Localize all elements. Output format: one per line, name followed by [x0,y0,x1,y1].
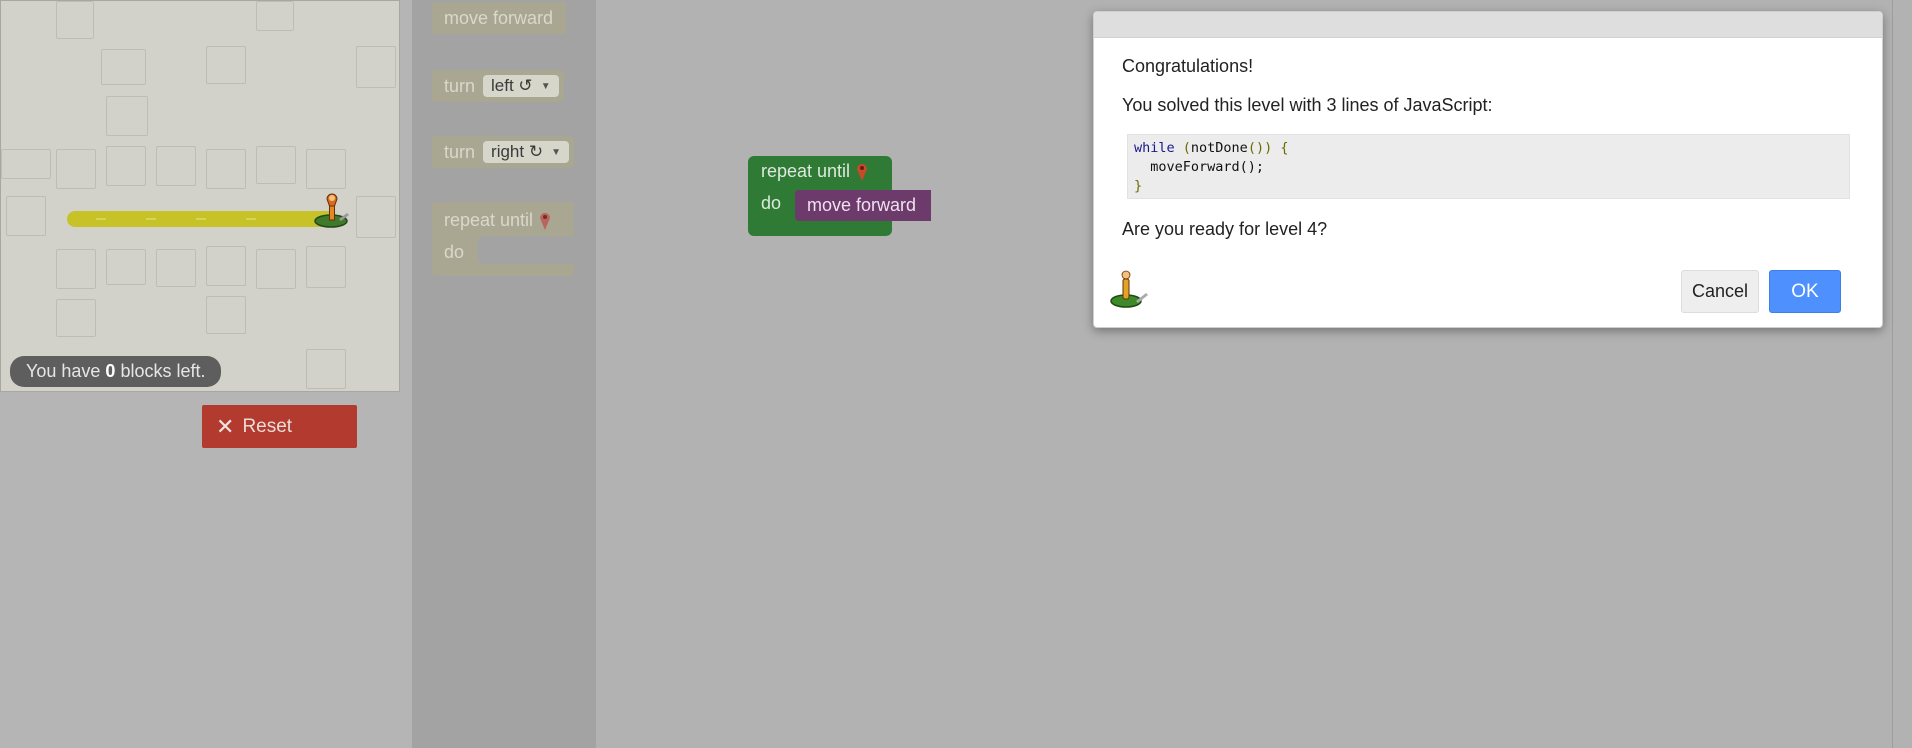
maze-wall [106,146,146,186]
path-dash [196,218,206,220]
maze-wall [206,46,246,84]
code-punctuation: ()) { [1247,140,1289,156]
turn-label: turn [444,141,476,162]
maze-wall [306,246,346,288]
path-dash [96,218,106,220]
do-label: do [444,242,465,262]
workspace-scrollbar-edge [1892,0,1893,748]
solved-message: You solved this level with 3 lines of Ja… [1122,95,1493,115]
block-toolbox [412,0,596,748]
code-call: notDone [1190,140,1248,156]
turn-label: turn [444,75,476,96]
congrats-heading: Congratulations! [1122,56,1254,76]
path-dash [246,218,256,220]
maze-wall [6,196,46,236]
toolbox-turn-left-block[interactable]: turn left ↺ ▼ [432,70,564,102]
dropdown-arrow-icon: ▼ [551,146,561,158]
blocks-left-indicator: You have 0 blocks left. [10,356,222,387]
maze-wall [206,296,246,334]
code-line: moveForward(); [1134,159,1265,175]
goal-marker-icon [540,213,551,231]
cancel-button[interactable]: Cancel [1681,270,1759,313]
blocks-left-prefix: You have [26,361,106,381]
repeat-until-label: repeat until [761,161,868,182]
reset-label: Reset [242,415,293,437]
maze-wall [156,146,196,186]
maze-wall [356,46,396,88]
close-icon: ✕ [216,413,235,439]
turn-left-dropdown[interactable]: left ↺ ▼ [483,75,559,97]
maze-wall [306,349,346,389]
maze-wall [206,246,246,286]
maze-wall [206,149,246,189]
left-pane: You have 0 blocks left. ✕ Reset [0,0,412,748]
turn-right-dropdown[interactable]: right ↻ ▼ [483,141,569,163]
maze-wall [306,149,346,189]
pegman-icon [1110,270,1148,308]
maze-wall [256,1,294,31]
code-line: while (notDone()) { [1134,139,1843,158]
code-display: while (notDone()) { moveForward(); } [1127,134,1850,199]
move-forward-label: move forward [444,7,554,28]
repeat-until-text: repeat until [761,161,851,181]
maze-wall [106,249,146,285]
pegman-at-goal-icon [314,193,349,228]
toolbox-repeat-until-block[interactable]: repeat until do [432,202,574,276]
maze-wall [256,146,296,184]
do-label: do [761,193,782,213]
maze-wall [56,249,96,289]
maze-wall [56,299,96,337]
statement-slot [478,236,574,264]
maze-wall [1,149,51,179]
turn-right-value: right ↻ [491,142,544,161]
maze-wall [56,1,94,39]
repeat-until-text: repeat until [444,210,534,230]
code-keyword: while [1134,140,1175,156]
maze-wall [156,249,196,287]
toolbox-turn-right-block[interactable]: turn right ↻ ▼ [432,136,574,168]
code-punctuation: ( [1174,140,1191,156]
turn-left-value: left ↺ [491,76,533,95]
maze-wall [106,96,148,136]
blocks-left-suffix: blocks left. [115,361,206,381]
reset-button[interactable]: ✕ Reset [202,405,357,448]
congratulations-dialog: Congratulations! You solved this level w… [1093,11,1883,328]
toolbox-move-forward-block[interactable]: move forward [432,2,566,34]
dropdown-arrow-icon: ▼ [540,80,551,92]
maze-wall [56,149,96,189]
move-forward-label: move forward [807,195,917,215]
dialog-titlebar[interactable] [1094,12,1882,38]
next-level-question: Are you ready for level 4? [1122,219,1328,239]
maze-app: You have 0 blocks left. ✕ Reset move for… [0,0,1912,748]
maze-board [0,0,400,392]
code-line: } [1134,178,1143,194]
workspace-move-forward-block[interactable]: move forward [795,190,931,221]
maze-wall [356,196,396,238]
maze-wall [256,249,296,289]
path-dash [146,218,156,220]
maze-wall [101,49,146,85]
repeat-until-label: repeat until [444,210,551,231]
ok-button[interactable]: OK [1769,270,1841,313]
goal-marker-icon [857,164,868,182]
blocks-left-count: 0 [105,361,116,381]
